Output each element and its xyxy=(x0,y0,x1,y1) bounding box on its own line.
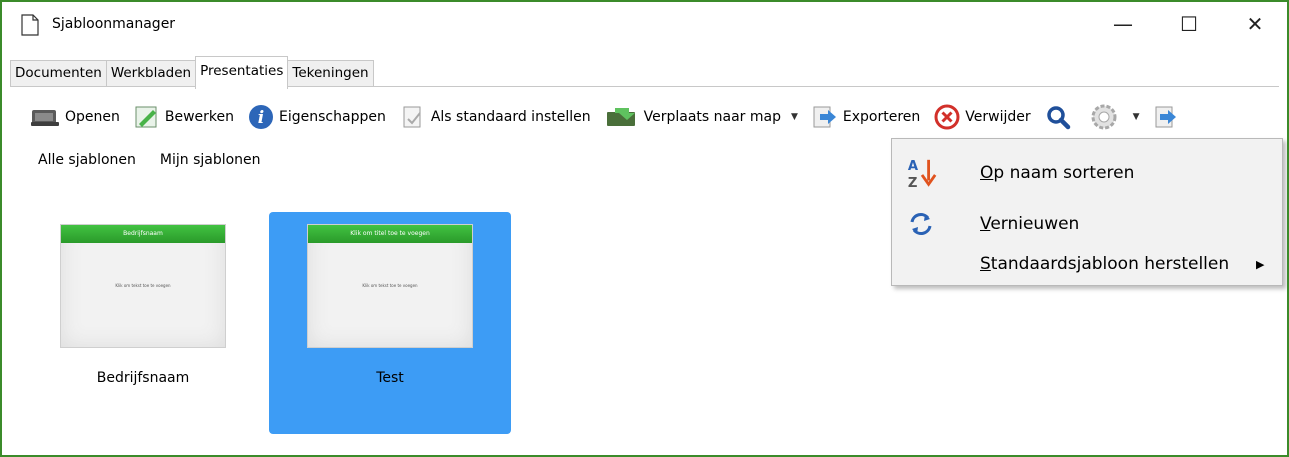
menu-sort-label: Op naam sorteren xyxy=(980,163,1135,183)
template-tile-bedrijfsnaam[interactable]: Bedrijfsnaam Klik om tekst toe te voegen… xyxy=(22,212,264,434)
template-manager-window: Sjabloonmanager — ☐ ✕ Documenten Werkbla… xyxy=(0,0,1289,457)
info-icon: i xyxy=(249,105,274,129)
menu-refresh-label: Vernieuwen xyxy=(980,214,1080,234)
refresh-icon xyxy=(906,208,938,240)
template-name: Test xyxy=(376,370,404,386)
tab-werkbladen[interactable]: Werkbladen xyxy=(105,60,197,87)
tab-documenten[interactable]: Documenten xyxy=(10,60,107,87)
move-folder-icon xyxy=(606,108,635,126)
template-name: Bedrijfsnaam xyxy=(96,370,190,386)
edit-label: Bewerken xyxy=(164,109,235,125)
search-icon xyxy=(1046,106,1070,130)
set-default-label: Als standaard instellen xyxy=(430,109,591,125)
set-default-button[interactable]: Als standaard instellen xyxy=(400,105,591,129)
filter-bar: Alle sjablonen Mijn sjablonen xyxy=(38,152,285,168)
move-label: Verplaats naar map xyxy=(643,109,781,125)
sort-az-icon: A Z xyxy=(906,157,938,191)
svg-text:A: A xyxy=(908,159,919,174)
tab-bar: Documenten Werkbladen Presentaties Teken… xyxy=(10,56,374,89)
move-dropdown-icon[interactable]: ▼ xyxy=(791,112,798,122)
template-tile-test[interactable]: Klik om titel toe te voegen Klik om teks… xyxy=(269,212,511,434)
delete-button[interactable]: Verwijder xyxy=(934,104,1031,130)
menu-reset-label: Standaardsjabloon herstellen xyxy=(980,254,1230,274)
svg-text:i: i xyxy=(258,108,264,128)
edit-button[interactable]: Bewerken xyxy=(134,105,234,129)
settings-menu: A Z Op naam sorteren Vernieuwen Standaar… xyxy=(891,138,1283,286)
thumbnail-title: Klik om titel toe te voegen xyxy=(308,225,472,243)
settings-dropdown-icon[interactable]: ▼ xyxy=(1133,112,1140,122)
maximize-button[interactable]: ☐ xyxy=(1166,10,1212,38)
svg-text:Z: Z xyxy=(908,176,918,191)
settings-button[interactable]: ▼ xyxy=(1090,103,1140,131)
import-button[interactable] xyxy=(1154,105,1183,129)
delete-icon xyxy=(934,104,960,130)
menu-item-sort-by-name[interactable]: A Z Op naam sorteren xyxy=(892,156,1282,191)
menu-item-refresh[interactable]: Vernieuwen xyxy=(892,207,1282,241)
thumbnail-title: Bedrijfsnaam xyxy=(61,225,225,243)
thumbnail-body: Klik om tekst toe te voegen xyxy=(115,283,171,288)
search-button[interactable] xyxy=(1045,104,1076,130)
filter-my-templates[interactable]: Mijn sjablonen xyxy=(160,152,261,168)
window-title: Sjabloonmanager xyxy=(52,16,176,32)
export-icon xyxy=(813,106,836,128)
filter-all-templates[interactable]: Alle sjablonen xyxy=(38,152,136,168)
open-icon xyxy=(31,110,59,126)
tab-presentaties[interactable]: Presentaties xyxy=(195,56,289,89)
properties-label: Eigenschappen xyxy=(279,109,386,125)
export-button[interactable]: Exporteren xyxy=(812,105,920,129)
tab-tekeningen[interactable]: Tekeningen xyxy=(287,60,374,87)
document-icon xyxy=(21,14,39,36)
delete-label: Verwijder xyxy=(965,109,1031,125)
toolbar: Openen Bewerken i Eigenschappen Als stan… xyxy=(30,102,1197,132)
open-label: Openen xyxy=(65,109,120,125)
close-button[interactable]: ✕ xyxy=(1232,10,1278,38)
edit-icon xyxy=(135,106,157,128)
title-bar: Sjabloonmanager — ☐ ✕ xyxy=(2,2,1287,42)
open-button[interactable]: Openen xyxy=(30,106,120,128)
submenu-arrow-icon: ▶ xyxy=(1256,257,1265,271)
thumbnail-body: Klik om tekst toe te voegen xyxy=(362,283,418,288)
gear-icon xyxy=(1091,104,1117,130)
export-label: Exporteren xyxy=(842,109,921,125)
minimize-button[interactable]: — xyxy=(1100,10,1146,38)
template-thumbnail: Klik om titel toe te voegen Klik om teks… xyxy=(307,224,473,348)
import-icon xyxy=(1155,106,1176,128)
properties-button[interactable]: i Eigenschappen xyxy=(248,104,386,130)
move-button[interactable]: Verplaats naar map ▼ xyxy=(605,106,798,128)
template-thumbnail: Bedrijfsnaam Klik om tekst toe te voegen xyxy=(60,224,226,348)
menu-item-reset-default-template[interactable]: Standaardsjabloon herstellen ▶ xyxy=(892,247,1282,281)
set-default-icon xyxy=(403,106,421,128)
